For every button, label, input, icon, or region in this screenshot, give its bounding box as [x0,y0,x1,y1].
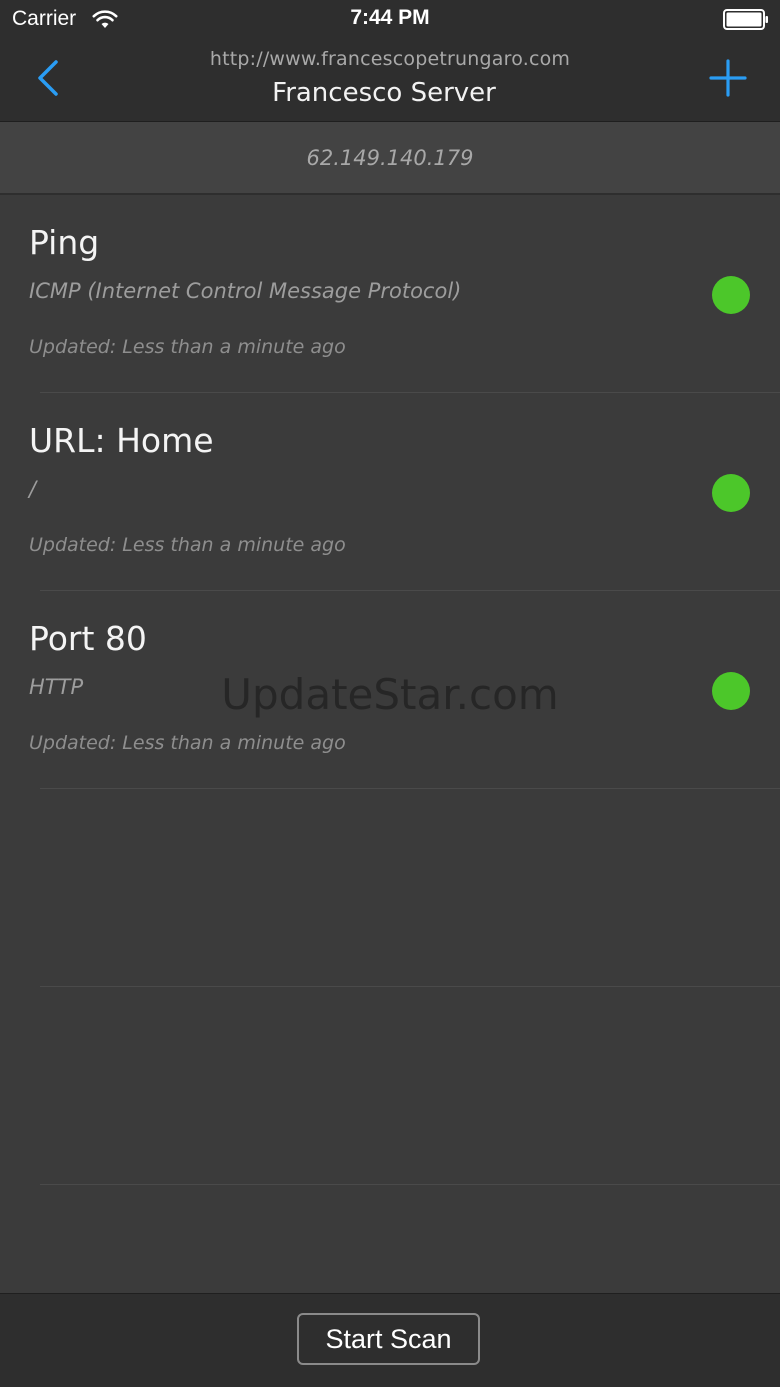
ip-address-header: 62.149.140.179 [0,122,780,195]
screen: Carrier 7:44 PM http://www.francescopetr… [0,0,780,1387]
item-subtitle: ICMP (Internet Control Message Protocol) [29,279,462,303]
empty-list-row [0,987,780,1185]
service-list: Ping ICMP (Internet Control Message Prot… [0,195,780,1185]
item-updated: Updated: Less than a minute ago [29,534,346,556]
item-title: URL: Home [29,421,214,460]
item-subtitle: / [29,477,37,501]
plus-icon[interactable] [706,56,750,100]
item-subtitle: HTTP [29,675,84,699]
item-updated: Updated: Less than a minute ago [29,336,346,358]
empty-list-row [0,789,780,987]
server-url: http://www.francescopetrungaro.com [209,48,571,70]
page-title: Francesco Server [272,78,496,108]
list-item-ping[interactable]: Ping ICMP (Internet Control Message Prot… [0,195,780,393]
start-scan-button[interactable]: Start Scan [297,1313,480,1365]
status-indicator-icon [712,474,750,512]
status-bar: Carrier 7:44 PM [0,0,780,40]
item-title: Ping [29,223,100,262]
navigation-bar: http://www.francescopetrungaro.com Franc… [0,40,780,121]
ip-address: 62.149.140.179 [306,146,474,170]
list-item-url-home[interactable]: URL: Home / Updated: Less than a minute … [0,393,780,591]
status-indicator-icon [712,276,750,314]
bottom-toolbar: Start Scan [0,1293,780,1387]
divider [40,1184,780,1185]
status-indicator-icon [712,672,750,710]
battery-icon [723,9,768,30]
item-title: Port 80 [29,619,147,658]
top-bar: Carrier 7:44 PM http://www.francescopetr… [0,0,780,122]
list-item-port-80[interactable]: Port 80 HTTP Updated: Less than a minute… [0,591,780,789]
status-time: 7:44 PM [350,6,430,29]
item-updated: Updated: Less than a minute ago [29,732,346,754]
